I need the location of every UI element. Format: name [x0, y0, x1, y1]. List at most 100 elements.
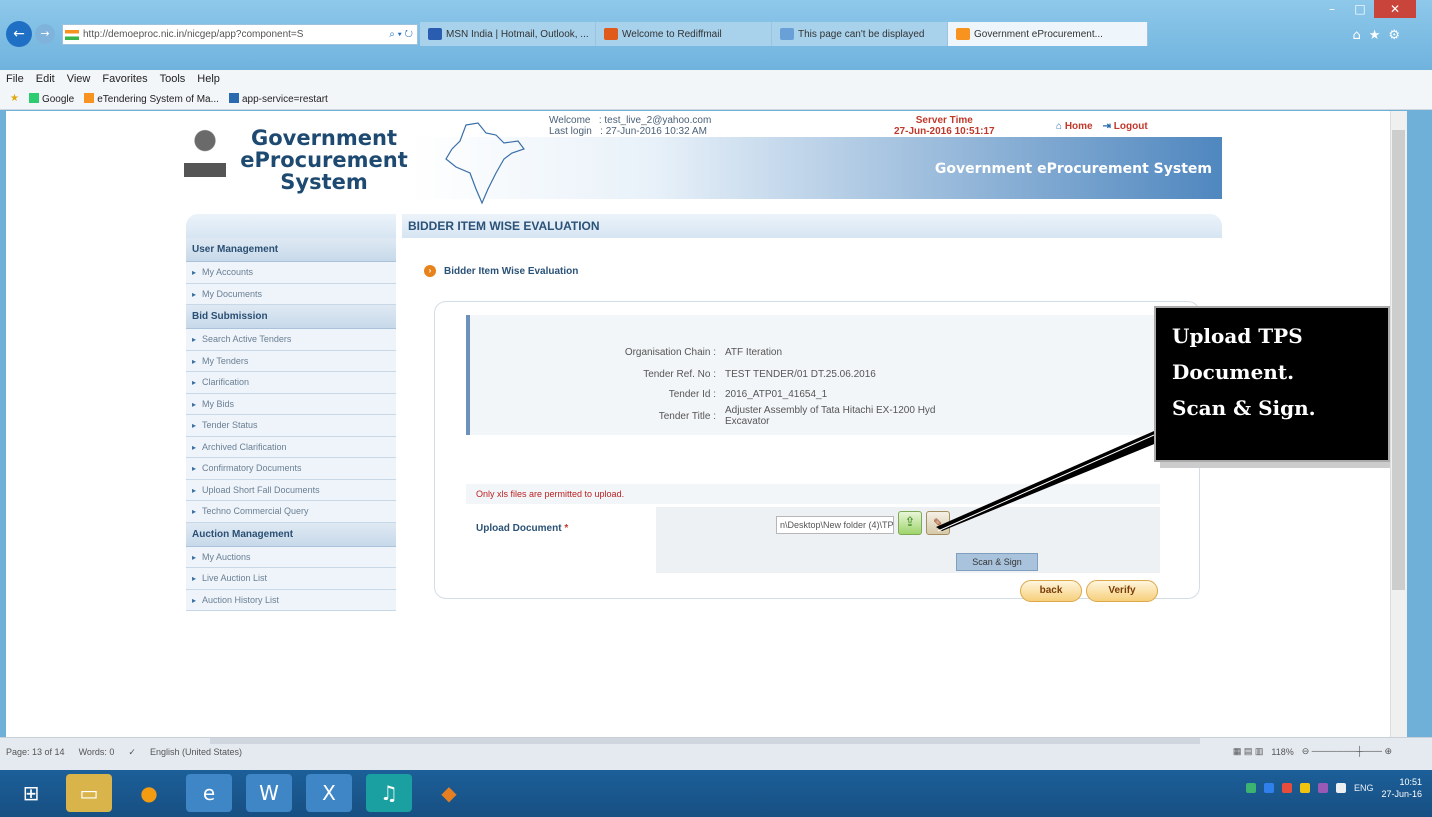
volume-icon[interactable] [1335, 783, 1346, 793]
menu-item-favorites[interactable]: Favorites [102, 73, 147, 85]
zoom-slider[interactable]: ⊖ ───────┼─── ⊕ [1302, 746, 1392, 757]
welcome-label: Welcome [549, 115, 591, 126]
start-windows-icon[interactable]: ⊞ [8, 774, 54, 812]
page-count[interactable]: Page: 13 of 14 [6, 747, 65, 758]
favorite-link[interactable]: Google [28, 92, 74, 105]
info-label: Tender Title : [658, 411, 716, 422]
network-icon[interactable] [1245, 783, 1256, 793]
logo-line: System [280, 170, 368, 194]
minimize-button[interactable]: – [1318, 0, 1346, 18]
favorite-link[interactable]: eTendering System of Ma... [84, 92, 219, 105]
horizontal-scrollbar[interactable] [210, 738, 1200, 744]
tab-favicon-icon [604, 28, 618, 40]
sidebar-cap [186, 214, 396, 238]
favorites-star-icon[interactable]: ★ [10, 93, 19, 104]
menu-item-tools[interactable]: Tools [160, 73, 186, 85]
menu-bar: File Edit View Favorites Tools Help [0, 70, 1432, 88]
scan-sign-button[interactable]: Scan & Sign [956, 553, 1038, 571]
sidebar-item[interactable]: Confirmatory Documents [186, 458, 396, 480]
sidebar-item[interactable]: Tender Status [186, 415, 396, 437]
file-input[interactable]: n\Desktop\New folder (4)\TPS_38037.xls [776, 516, 894, 534]
back-button[interactable]: back [1020, 580, 1082, 602]
last-login-value: : 27-Jun-2016 10:32 AM [600, 126, 707, 137]
menu-item-view[interactable]: View [67, 73, 91, 85]
excel-icon[interactable]: X [306, 774, 352, 812]
logout-link[interactable]: ⇥ Logout [1103, 121, 1148, 132]
tender-info-box: Organisation Chain : ATF Iteration Tender … [466, 315, 1166, 435]
logo-line: eProcurement [240, 148, 408, 172]
sidebar-item[interactable]: Auction History List [186, 589, 396, 611]
upload-label: Upload Document * [476, 523, 569, 534]
sidebar-item[interactable]: Live Auction List [186, 568, 396, 590]
address-text: http://demoeproc.nic.in/nicgep/app?compo… [83, 29, 304, 40]
clock-time: 10:51 [1399, 777, 1422, 787]
sidebar-item[interactable]: My Documents [186, 283, 396, 305]
sidebar-menu: User ManagementMy AccountsMy DocumentsBi… [186, 214, 396, 611]
sidebar-item[interactable]: Clarification [186, 372, 396, 394]
tab-strip: MSN India | Hotmail, Outlook, ... Welcome… [420, 22, 1148, 46]
browser-toolbar-icons[interactable]: ⌂★⚙ [1352, 28, 1408, 43]
input-language[interactable]: ENG [1354, 783, 1374, 793]
zoom-level[interactable]: 118% [1271, 747, 1293, 757]
clock[interactable]: 10:51 27-Jun-16 [1381, 776, 1422, 800]
language-status[interactable]: English (United States) [150, 747, 242, 758]
sidebar-item[interactable]: My Tenders [186, 350, 396, 372]
media-app-icon[interactable]: ♫ [366, 774, 412, 812]
sidebar-item[interactable]: Archived Clarification [186, 436, 396, 458]
antivirus-icon[interactable] [1281, 783, 1292, 793]
tab-label: This page can't be displayed [798, 28, 925, 40]
browser-tab[interactable]: This page can't be displayed [772, 22, 948, 46]
zoom-controls: ▦ ▤ ▥ 118% ⊖ ───────┼─── ⊕ [1233, 746, 1392, 757]
server-time-label: Server Time [915, 115, 973, 126]
tray-app-icon[interactable] [1317, 783, 1328, 793]
scrollbar-thumb[interactable] [1392, 130, 1405, 590]
status-left: Page: 13 of 14 Words: 0 ✓ English (Unite… [6, 747, 242, 758]
india-map-icon [445, 122, 525, 205]
tab-label: Government eProcurement... [974, 28, 1103, 40]
home-link[interactable]: ⌂ Home [1056, 121, 1093, 132]
info-value: 2016_ATP01_41654_1 [725, 389, 828, 400]
sidebar-item[interactable]: Upload Short Fall Documents [186, 479, 396, 501]
close-button[interactable]: ✕ [1374, 0, 1416, 18]
menu-item-file[interactable]: File [6, 73, 24, 85]
taskbar: ⊞ ▭ ● e W X ♫ ◆ ENG 10:51 27-Jun-16 [0, 770, 1432, 817]
browser-tab[interactable]: Welcome to Rediffmail [596, 22, 772, 46]
sidebar-section-header: Bid Submission [186, 305, 396, 329]
browser-tab[interactable]: MSN India | Hotmail, Outlook, ... [420, 22, 596, 46]
callout-text: Upload TPS Document. Scan & Sign. [1172, 324, 1316, 420]
maximize-button[interactable]: □ [1346, 0, 1374, 18]
view-buttons[interactable]: ▦ ▤ ▥ [1233, 746, 1264, 757]
proofing-icon[interactable]: ✓ [128, 747, 136, 758]
callout-pointer [936, 431, 1186, 532]
logout-icon: ⇥ [1102, 121, 1112, 132]
sidebar-item[interactable]: Techno Commercial Query [186, 501, 396, 523]
forward-arrow-icon[interactable]: → [35, 24, 55, 44]
favorite-link[interactable]: app-service=restart [228, 92, 328, 105]
logo-line: Government [250, 126, 397, 150]
firefox-icon[interactable]: ● [126, 774, 172, 812]
sidebar-item[interactable]: Search Active Tenders [186, 329, 396, 351]
sidebar-item[interactable]: My Auctions [186, 546, 396, 568]
browser-tab[interactable]: Government eProcurement... [948, 22, 1148, 46]
subheading: › Bidder Item Wise Evaluation [424, 265, 578, 277]
verify-button[interactable]: Verify [1086, 580, 1158, 602]
sidebar-item[interactable]: My Bids [186, 393, 396, 415]
banner-title: Government eProcurement System [934, 161, 1212, 177]
sidebar-section-header: User Management [186, 238, 396, 262]
address-bar[interactable]: http://demoeproc.nic.in/nicgep/app?compo… [62, 24, 418, 45]
layers-app-icon[interactable]: ◆ [426, 774, 472, 812]
word-count[interactable]: Words: 0 [79, 747, 115, 758]
welcome-value: : test_live_2@yahoo.com [598, 115, 712, 126]
internet-explorer-icon[interactable]: e [186, 774, 232, 812]
sidebar-item[interactable]: My Accounts [186, 262, 396, 284]
search-refresh-icon[interactable]: ⌕ ▾ ↻ [385, 29, 417, 40]
tray-app-icon[interactable] [1299, 783, 1310, 793]
tray-app-icon[interactable] [1263, 783, 1274, 793]
menu-item-help[interactable]: Help [197, 73, 220, 85]
menu-item-edit[interactable]: Edit [36, 73, 55, 85]
file-explorer-icon[interactable]: ▭ [66, 774, 112, 812]
word-icon[interactable]: W [246, 774, 292, 812]
favorite-icon [84, 92, 95, 103]
back-arrow-icon[interactable]: ← [6, 21, 32, 47]
welcome-info: Welcome : test_live_2@yahoo.com Last log… [549, 115, 711, 137]
